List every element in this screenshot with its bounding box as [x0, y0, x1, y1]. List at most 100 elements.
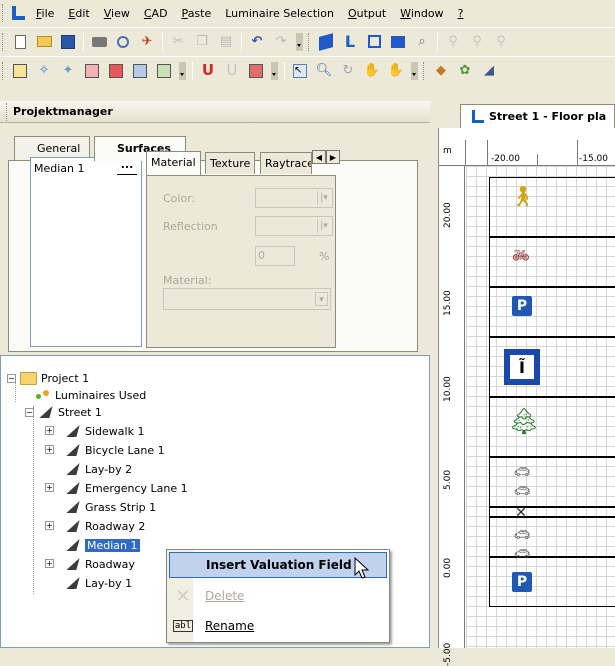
browse-button[interactable]: ...	[117, 159, 137, 175]
luminaire-arrange-icon[interactable]: ✦	[58, 61, 78, 81]
plant-tool-icon[interactable]: ✿	[455, 61, 475, 81]
toolbar-overflow-chevron-icon[interactable]	[411, 61, 418, 80]
menu-file[interactable]: File	[30, 4, 60, 23]
reflection-select[interactable]: |▾	[255, 216, 333, 236]
floor-plan-view[interactable]: m -20.00 -15.00 20.00 15.00 10.00 5.00 0…	[438, 128, 615, 666]
grid-snap-icon[interactable]	[246, 61, 266, 81]
undo-icon[interactable]: ↶	[247, 32, 267, 52]
surface-list-item[interactable]: Median 1	[34, 162, 85, 175]
menu-luminaire-selection[interactable]: Luminaire Selection	[219, 4, 340, 23]
tree-item-luminaires-used[interactable]: Luminaires Used	[35, 387, 146, 403]
menu-view[interactable]: View	[98, 4, 136, 23]
menu-help[interactable]: ?	[452, 4, 470, 23]
tab-scroll-left-icon[interactable]: ◀	[312, 150, 326, 164]
app-logo-icon[interactable]	[10, 5, 26, 21]
toolbar-overflow-chevron-icon[interactable]	[179, 61, 186, 80]
zoom-icon[interactable]: ⌕	[412, 32, 432, 52]
tree-item-lay-by-2[interactable]: Lay-by 2	[65, 461, 132, 477]
print-icon[interactable]	[89, 32, 109, 52]
calc-grid-icon[interactable]	[82, 61, 102, 81]
toolbar-grip[interactable]	[2, 32, 5, 51]
select-luminaire-icon[interactable]	[10, 61, 30, 81]
solid-view-icon[interactable]	[388, 32, 408, 52]
expand-icon[interactable]: +	[45, 426, 54, 435]
toolbar-grip[interactable]	[423, 61, 426, 80]
paste-icon[interactable]: ▤	[216, 32, 236, 52]
surface-median[interactable]	[489, 507, 615, 517]
tree-item-roadway-2[interactable]: + Roadway 2	[45, 518, 145, 534]
tree-item-emergency-lane[interactable]: + Emergency Lane 1	[45, 480, 188, 496]
tree-item-roadway[interactable]: + Roadway	[45, 556, 135, 572]
color-select[interactable]: |▾	[255, 188, 333, 208]
collapse-icon[interactable]: −	[7, 373, 16, 383]
luminaire-tool-icon[interactable]: ✧	[34, 61, 54, 81]
redo-icon[interactable]: ↷	[271, 32, 291, 52]
tab-raytracer[interactable]: Raytracer	[260, 152, 312, 174]
panel-grip[interactable]	[6, 102, 9, 121]
surface-lay-by-2[interactable]	[489, 287, 615, 337]
pan-hand-icon[interactable]: ✋	[362, 61, 382, 81]
tool-disabled-icon[interactable]: ⚲	[467, 32, 487, 52]
open-folder-icon[interactable]	[34, 32, 54, 52]
expand-icon[interactable]: +	[45, 445, 54, 454]
rename-item[interactable]: abl Rename	[169, 613, 387, 639]
new-file-icon[interactable]	[10, 32, 30, 52]
calc-point-icon[interactable]	[154, 61, 174, 81]
tool-disabled-icon[interactable]: ⚲	[491, 32, 511, 52]
menu-output[interactable]: Output	[342, 4, 392, 23]
print-preview-icon[interactable]	[113, 32, 133, 52]
tree-item-sidewalk[interactable]: + Sidewalk 1	[45, 423, 144, 439]
zoom-magnifier-icon[interactable]: 🔍︎	[314, 61, 334, 81]
tool-disabled-icon[interactable]: ⚲	[443, 32, 463, 52]
surface-sidewalk[interactable]	[489, 177, 615, 237]
tree-item-median[interactable]: Median 1	[65, 537, 140, 553]
tab-scroll-right-icon[interactable]: ▶	[326, 150, 340, 164]
chevron-down-icon[interactable]: |▾	[317, 191, 330, 205]
material-select[interactable]: ▾	[163, 288, 331, 310]
menu-cad[interactable]: CAD	[138, 4, 174, 23]
magnet-disabled-icon[interactable]: U	[222, 61, 242, 81]
tab-material[interactable]: Material	[146, 151, 201, 175]
expand-icon[interactable]: +	[45, 483, 54, 492]
toolbar-grip[interactable]	[308, 32, 311, 51]
menu-edit[interactable]: Edit	[62, 4, 95, 23]
chevron-down-icon[interactable]: ▾	[315, 292, 328, 306]
document-tab[interactable]: Street 1 - Floor pla	[460, 104, 615, 128]
expand-icon[interactable]: +	[45, 559, 54, 568]
toolbar-grip[interactable]	[2, 61, 5, 80]
surface-tool-icon[interactable]: ◢	[479, 61, 499, 81]
copy-icon[interactable]: ❐	[192, 32, 212, 52]
delete-item[interactable]: ✕ Delete	[169, 583, 387, 609]
toolbar-overflow-chevron-icon[interactable]	[271, 61, 278, 80]
chevron-down-icon[interactable]: |▾	[317, 219, 330, 233]
tree-item-grass-strip[interactable]: Grass Strip 1	[65, 499, 156, 515]
tab-texture[interactable]: Texture	[205, 152, 256, 174]
toolbar-overflow-chevron-icon[interactable]	[296, 32, 303, 51]
surface-lay-by-1[interactable]	[489, 557, 615, 607]
pdf-icon[interactable]: ✈	[137, 32, 157, 52]
pointer-select-icon[interactable]: ↖	[290, 61, 310, 81]
surface-list[interactable]: Median 1 ...	[30, 157, 142, 347]
magnet-snap-icon[interactable]: U	[198, 61, 218, 81]
tree-item-street[interactable]: − Street 1	[25, 404, 102, 420]
save-icon[interactable]	[58, 32, 78, 52]
menu-paste[interactable]: Paste	[176, 4, 218, 23]
drawing-canvas[interactable]: 🚶︎ 🚲︎ P Ĩ 🌲︎ 🚗︎ 🚗︎ ✕ 🚗︎ 🚗︎ P	[466, 166, 615, 648]
floor-plan-icon[interactable]: L	[340, 32, 360, 52]
walk-disabled-icon[interactable]: ✋	[386, 61, 406, 81]
calc-area-icon[interactable]	[130, 61, 150, 81]
collapse-icon[interactable]: −	[25, 407, 34, 417]
tree-item-project[interactable]: − Project 1	[7, 370, 89, 386]
tree-item-bicycle-lane[interactable]: + Bicycle Lane 1	[45, 442, 165, 458]
object-tool-icon[interactable]: ◆	[431, 61, 451, 81]
wireframe-icon[interactable]	[364, 32, 384, 52]
tree-item-lay-by-1[interactable]: Lay-by 1	[65, 575, 132, 591]
reflection-percent-input[interactable]: 0	[255, 246, 295, 266]
3d-view-icon[interactable]	[316, 32, 336, 52]
expand-icon[interactable]: +	[45, 521, 54, 530]
menu-grip[interactable]	[2, 4, 5, 22]
calc-object-icon[interactable]	[106, 61, 126, 81]
menu-window[interactable]: Window	[394, 4, 449, 23]
cut-icon[interactable]: ✂	[168, 32, 188, 52]
rotate-view-icon[interactable]: ↻	[338, 61, 358, 81]
